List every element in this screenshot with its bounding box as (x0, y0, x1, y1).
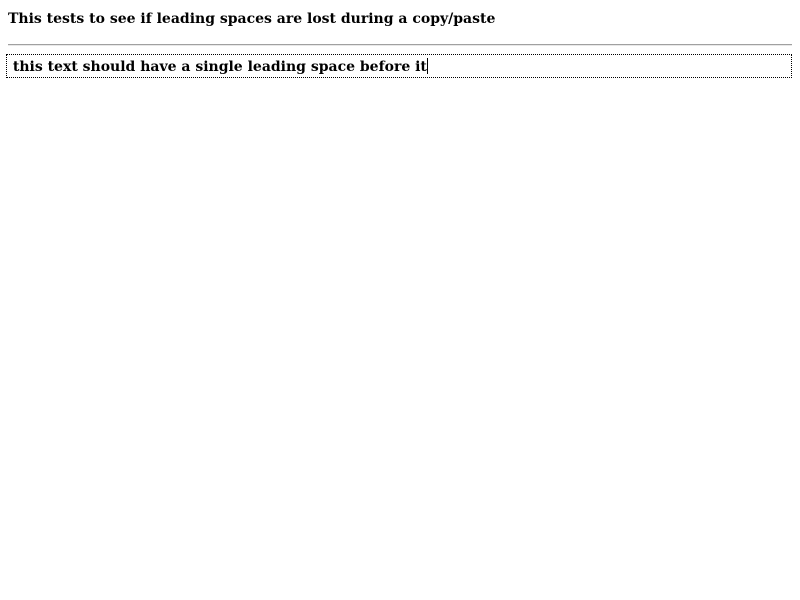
editable-text-area[interactable]: this text should have a single leading s… (6, 54, 792, 78)
text-caret (426, 58, 428, 74)
editable-text-content: this text should have a single leading s… (8, 59, 427, 75)
test-description-heading: This tests to see if leading spaces are … (8, 11, 496, 27)
horizontal-rule-divider (8, 44, 792, 46)
